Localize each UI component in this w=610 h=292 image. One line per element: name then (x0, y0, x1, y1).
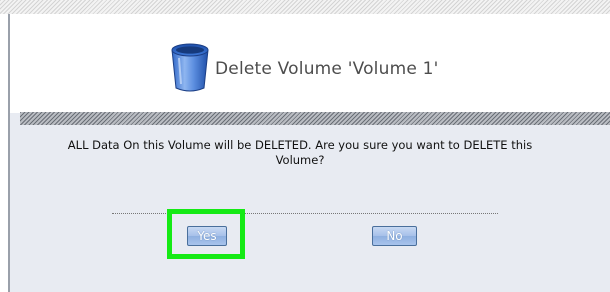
dialog-window: Delete Volume 'Volume 1' ALL Data On thi… (0, 0, 610, 292)
top-hatch-border (0, 0, 610, 14)
yes-button[interactable]: Yes (187, 226, 227, 246)
header-divider (20, 112, 610, 125)
dialog-header: Delete Volume 'Volume 1' (10, 14, 610, 113)
trash-can-icon (167, 38, 213, 94)
no-button[interactable]: No (372, 226, 417, 246)
dialog-title: Delete Volume 'Volume 1' (215, 59, 439, 79)
confirmation-message: ALL Data On this Volume will be DELETED.… (67, 138, 533, 167)
